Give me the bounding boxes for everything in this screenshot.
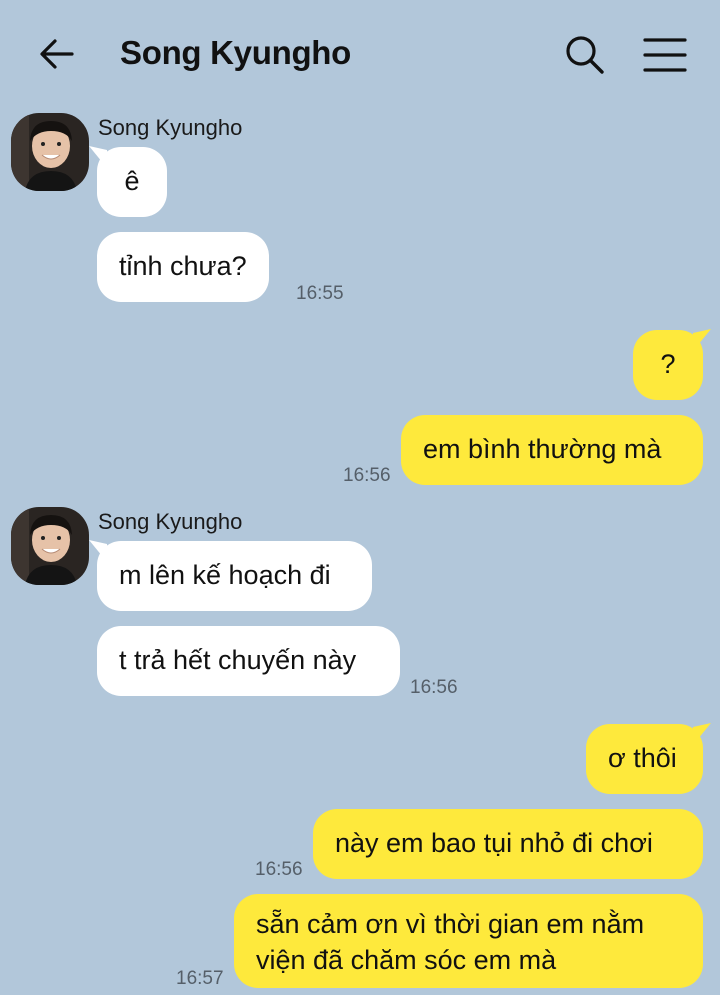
sender-name: Song Kyungho (98, 115, 243, 140)
back-button[interactable] (34, 33, 82, 77)
outgoing-message[interactable]: em bình thường mà (401, 415, 703, 485)
avatar[interactable] (11, 507, 89, 585)
profile-photo (11, 507, 89, 585)
search-icon (566, 36, 604, 74)
incoming-message[interactable]: m lên kế hoạch đi (97, 541, 372, 611)
sender-name: Song Kyungho (98, 509, 243, 534)
avatar[interactable] (11, 113, 89, 191)
menu-button[interactable] (640, 34, 690, 76)
bubble-tail (693, 723, 711, 745)
incoming-message[interactable]: t trả hết chuyến này (97, 626, 400, 696)
message-time: 16:57 (176, 968, 224, 989)
message-line: viện đã chăm sóc em mà (256, 945, 557, 975)
outgoing-message[interactable]: ơ thôi (586, 724, 703, 794)
outgoing-message[interactable]: này em bao tụi nhỏ đi chơi (313, 809, 703, 879)
message-time: 16:56 (255, 859, 303, 880)
incoming-message[interactable]: tỉnh chưa? (97, 232, 269, 302)
arrow-left-icon (40, 39, 74, 69)
message-time: 16:56 (343, 465, 391, 486)
chat-header: Song Kyungho (0, 0, 720, 110)
outgoing-message[interactable]: sẵn cảm ơn vì thời gian em nằm viện đã c… (234, 894, 703, 988)
message-line: sẵn cảm ơn vì thời gian em nằm (256, 909, 645, 939)
hamburger-menu-icon (643, 38, 687, 72)
incoming-message[interactable]: ê (97, 147, 167, 217)
profile-photo (11, 113, 89, 191)
chat-title: Song Kyungho (120, 34, 352, 71)
bubble-tail (693, 329, 711, 351)
message-time: 16:55 (296, 283, 344, 304)
message-time: 16:56 (410, 677, 458, 698)
search-button[interactable] (562, 32, 608, 78)
